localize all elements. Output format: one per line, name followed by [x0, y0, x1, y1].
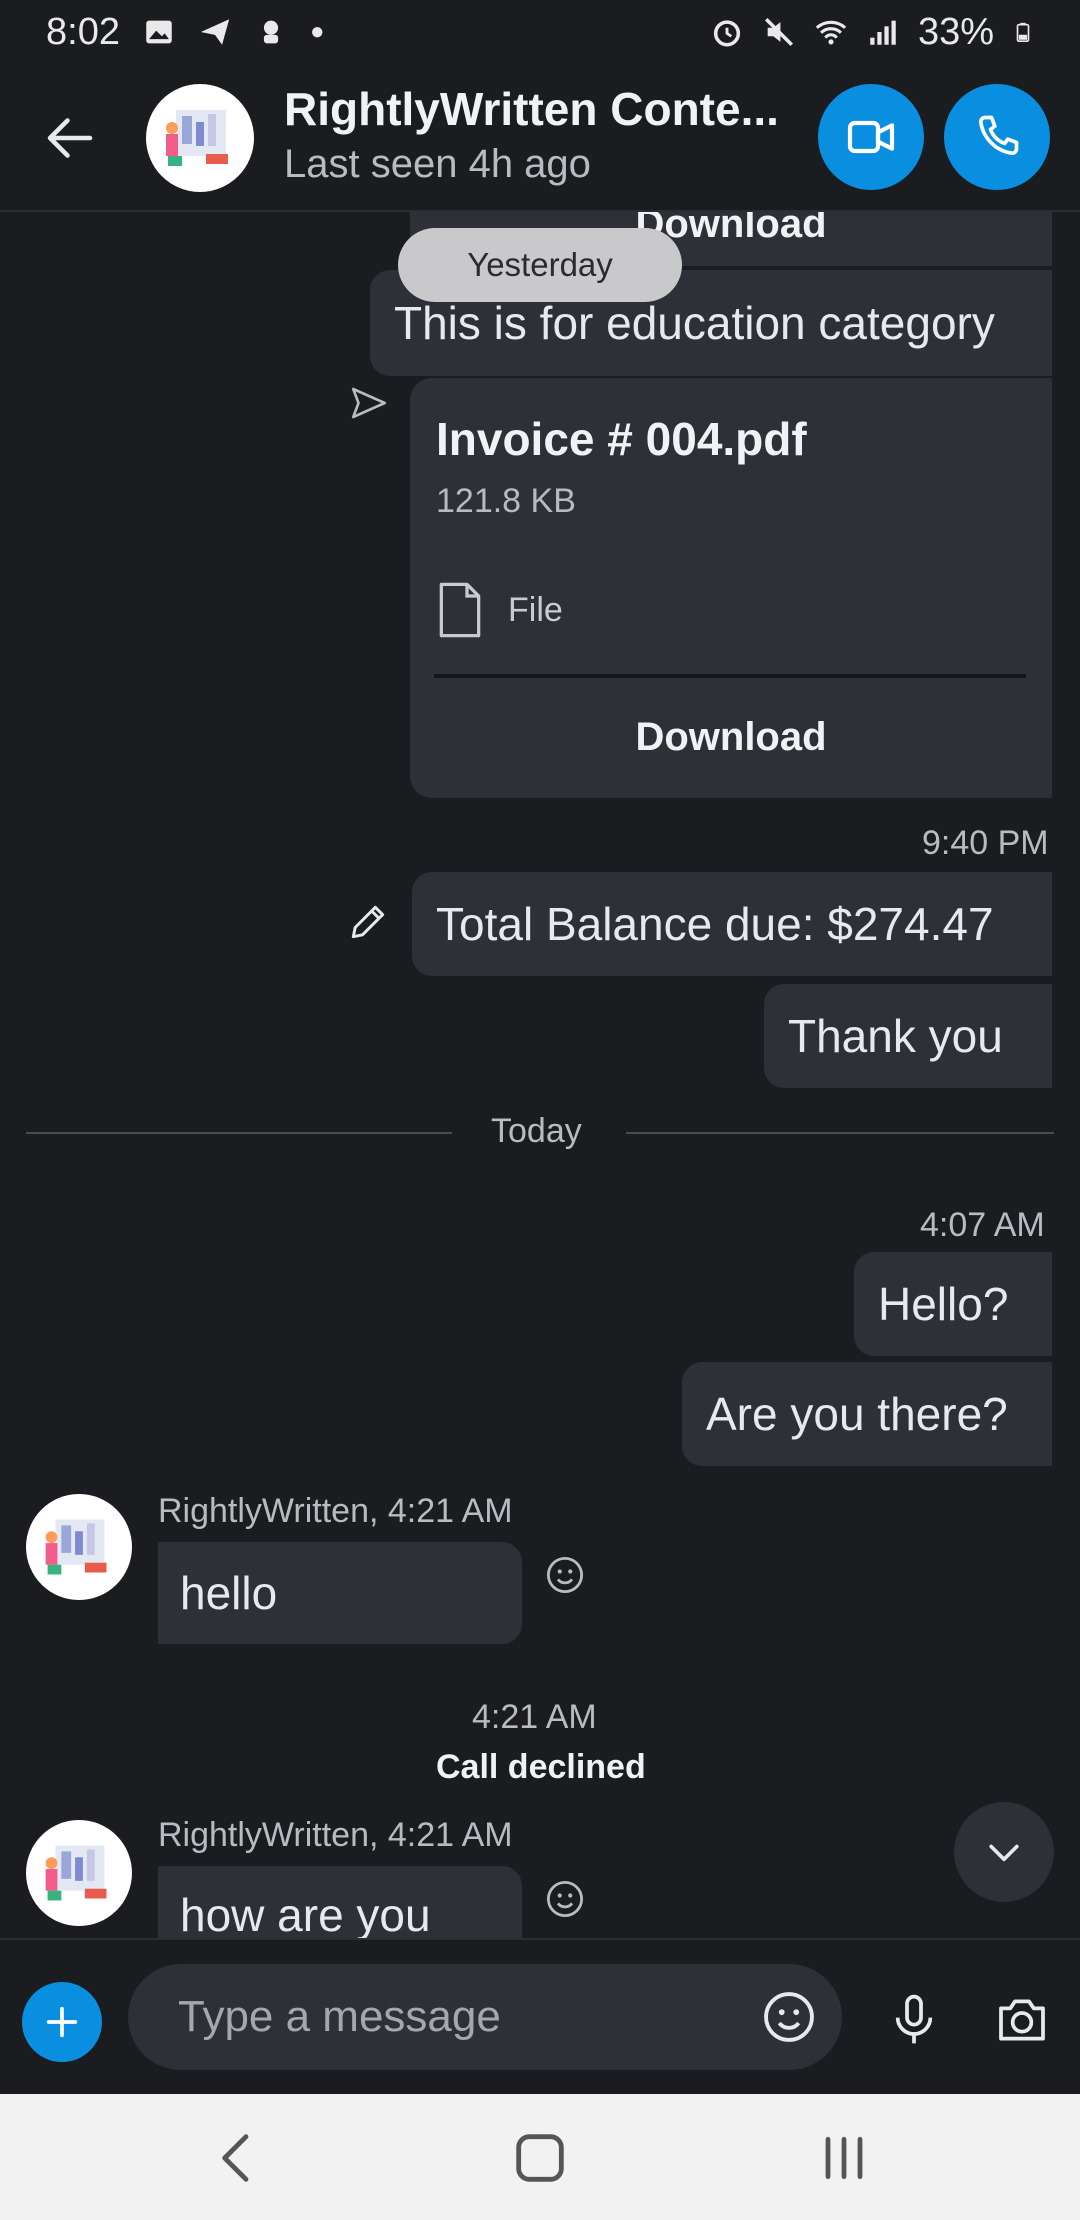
message-text: Are you there? — [706, 1388, 1008, 1440]
avatar-illustration — [166, 110, 228, 166]
file-size: 121.8 KB — [436, 482, 576, 520]
date-divider-label: Today — [491, 1112, 582, 1150]
message-text: This is for education category — [394, 297, 995, 349]
wifi-icon — [815, 20, 847, 45]
emoji-react-icon[interactable] — [544, 1554, 586, 1596]
nav-recents-icon[interactable] — [812, 2126, 876, 2190]
file-type-row: File — [436, 582, 563, 638]
battery-level: 33% — [917, 10, 994, 53]
emoji-icon[interactable] — [760, 1988, 818, 2046]
message-bubble[interactable]: how are you — [158, 1866, 522, 1938]
camera-icon[interactable] — [992, 1992, 1052, 2048]
message-composer — [0, 1938, 1080, 2094]
message-input[interactable] — [128, 1964, 842, 2070]
last-seen-status: Last seen 4h ago — [284, 142, 591, 186]
message-text: Hello? — [878, 1278, 1009, 1330]
file-icon — [439, 582, 481, 638]
signal-icon — [870, 20, 896, 45]
file-attachment-card[interactable]: Invoice # 004.pdf 121.8 KB File Download — [410, 378, 1052, 798]
file-name: Invoice # 004.pdf — [436, 413, 807, 465]
send-icon — [200, 19, 230, 45]
message-bubble[interactable]: Hello? — [854, 1252, 1052, 1356]
battery-icon — [1016, 22, 1030, 42]
message-bubble[interactable]: Are you there? — [682, 1362, 1052, 1466]
message-text: Thank you — [788, 1010, 1003, 1062]
alarm-icon — [713, 20, 741, 47]
status-dot-icon: ● — [309, 18, 325, 45]
call-status: Call declined — [436, 1748, 646, 1786]
chat-header: RightlyWritten Conte... Last seen 4h ago — [0, 64, 1080, 212]
plus-icon — [46, 2006, 78, 2038]
avatar[interactable] — [146, 84, 254, 192]
emoji-react-icon[interactable] — [544, 1878, 586, 1920]
sent-status-icon — [351, 387, 387, 419]
pencil-icon[interactable] — [346, 900, 390, 944]
system-nav-bar — [0, 2094, 1080, 2220]
message-text: hello — [180, 1567, 278, 1619]
nav-back-icon[interactable] — [206, 2126, 270, 2190]
date-pill: Yesterday — [398, 228, 682, 302]
notification-app-icon — [263, 20, 279, 44]
arrow-left-icon[interactable] — [40, 108, 100, 168]
chevron-down-icon — [989, 1844, 1019, 1862]
video-camera-icon — [847, 120, 895, 154]
message-text: how are you — [180, 1889, 431, 1938]
gallery-icon — [146, 20, 172, 44]
avatar-illustration — [45, 1845, 107, 1901]
status-bar: 8:02 ● 33% — [0, 0, 1080, 64]
avatar[interactable] — [26, 1494, 132, 1600]
divider-line — [626, 1132, 1054, 1134]
message-timestamp: 4:07 AM — [920, 1206, 1045, 1244]
sender-meta: RightlyWritten, 4:21 AM — [158, 1816, 513, 1854]
message-bubble[interactable]: Total Balance due: $274.47 — [412, 872, 1052, 976]
status-time: 8:02 — [46, 10, 120, 53]
mute-icon — [764, 17, 793, 47]
add-attachment-button[interactable] — [22, 1982, 102, 2062]
message-bubble[interactable]: Thank you — [764, 984, 1052, 1088]
voice-call-button[interactable] — [944, 84, 1050, 190]
message-timestamp: 9:40 PM — [922, 824, 1049, 862]
call-timestamp: 4:21 AM — [472, 1698, 597, 1736]
video-call-button[interactable] — [818, 84, 924, 190]
avatar[interactable] — [26, 1820, 132, 1926]
message-bubble[interactable]: hello — [158, 1542, 522, 1644]
date-divider: Today — [26, 1104, 1054, 1160]
microphone-icon[interactable] — [886, 1992, 942, 2048]
divider-line — [26, 1132, 452, 1134]
avatar-illustration — [45, 1519, 107, 1575]
message-list[interactable]: Download This is for education category … — [0, 212, 1080, 1938]
phone-icon — [978, 115, 1019, 156]
nav-home-icon[interactable] — [508, 2126, 572, 2190]
download-button[interactable]: Download — [410, 678, 1052, 796]
file-type-label: File — [508, 590, 563, 629]
scroll-to-bottom-button[interactable] — [954, 1802, 1054, 1902]
contact-name[interactable]: RightlyWritten Conte... — [284, 82, 779, 136]
message-text: Total Balance due: $274.47 — [436, 898, 994, 950]
sender-meta: RightlyWritten, 4:21 AM — [158, 1492, 513, 1530]
